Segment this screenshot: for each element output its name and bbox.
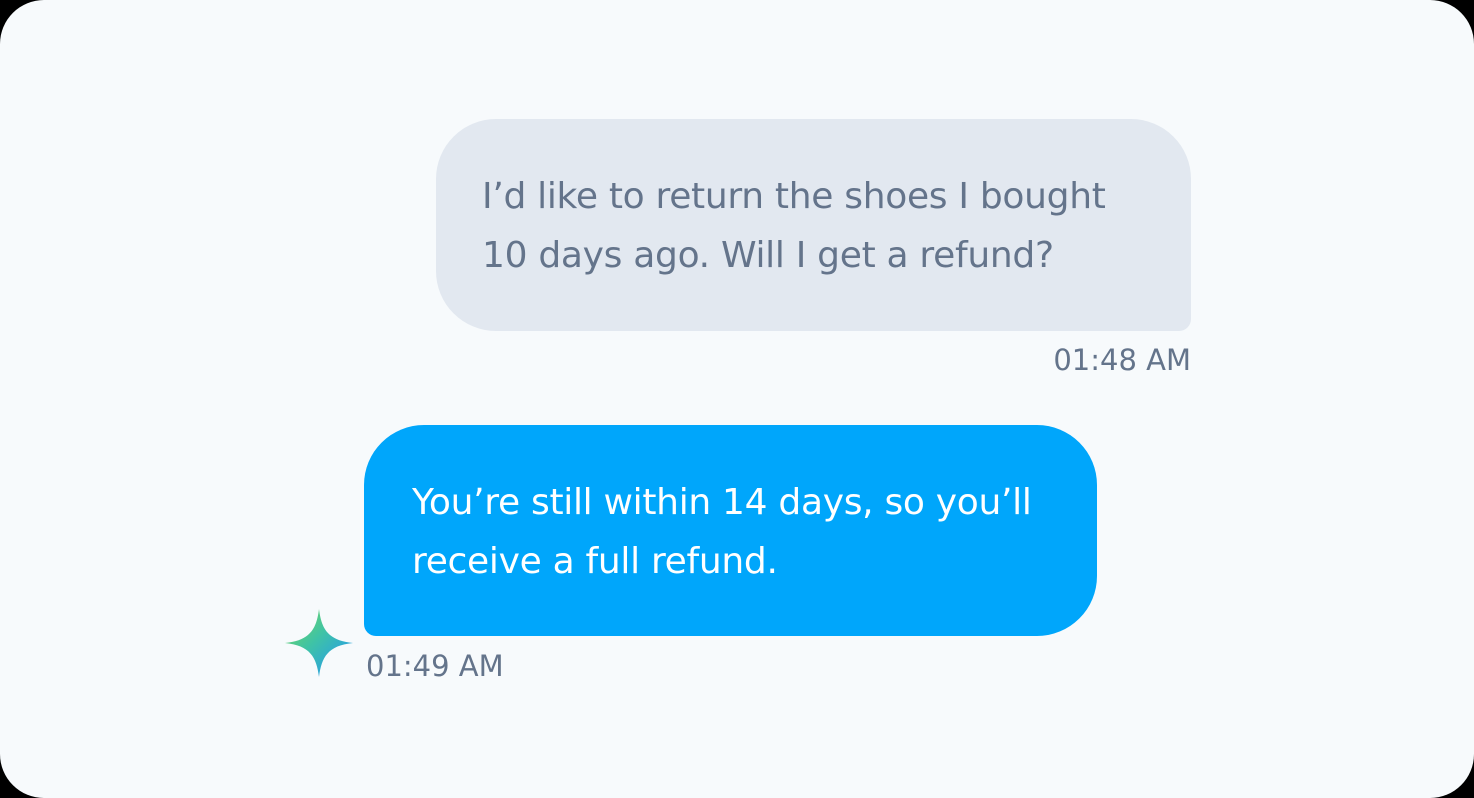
assistant-message-bubble: You’re still within 14 days, so you’ll r… [364,425,1097,636]
assistant-message-text: You’re still within 14 days, so you’ll r… [412,482,1032,582]
sparkle-icon [285,609,353,677]
chat-panel: I’d like to return the shoes I bought 10… [0,0,1474,798]
user-message-bubble: I’d like to return the shoes I bought 10… [436,119,1191,331]
assistant-message-timestamp: 01:49 AM [366,649,504,683]
user-message-text: I’d like to return the shoes I bought 10… [482,176,1106,276]
user-message-timestamp: 01:48 AM [1053,343,1191,377]
